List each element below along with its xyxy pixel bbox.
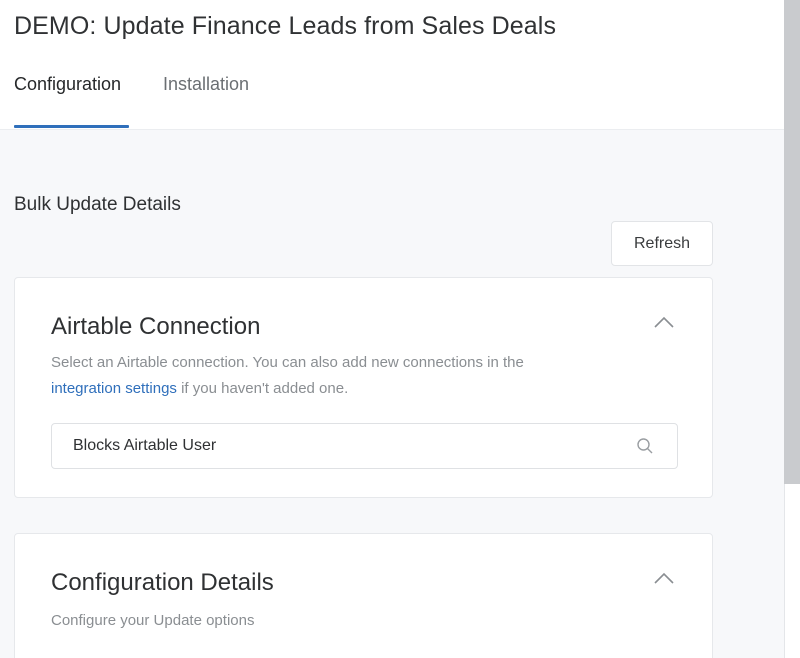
airtable-connection-title: Airtable Connection [51,313,261,340]
refresh-button[interactable]: Refresh [611,221,713,266]
tab-configuration[interactable]: Configuration [14,74,121,130]
configuration-details-description: Configure your Update options [51,612,255,629]
configuration-details-card: Configuration Details Configure your Upd… [14,533,713,658]
header: DEMO: Update Finance Leads from Sales De… [0,0,784,130]
page: DEMO: Update Finance Leads from Sales De… [0,0,784,658]
description-suffix: if you haven't added one. [176,380,349,397]
section-title: Bulk Update Details [14,194,181,215]
chevron-up-icon[interactable] [653,315,675,329]
connection-search-input[interactable] [52,424,632,468]
chevron-up-icon[interactable] [653,571,675,585]
connection-select[interactable] [51,423,678,469]
airtable-connection-description: Select an Airtable connection. You can a… [51,350,671,402]
active-tab-indicator [14,125,129,128]
scrollbar-thumb[interactable] [784,0,800,484]
tab-installation[interactable]: Installation [163,74,249,130]
integration-settings-link[interactable]: integration settings [51,380,177,397]
airtable-connection-card: Airtable Connection Select an Airtable c… [14,277,713,498]
configuration-details-title: Configuration Details [51,569,274,596]
description-text: Select an Airtable connection. You can a… [51,354,524,371]
page-title: DEMO: Update Finance Leads from Sales De… [14,12,557,40]
search-icon[interactable] [636,437,654,455]
